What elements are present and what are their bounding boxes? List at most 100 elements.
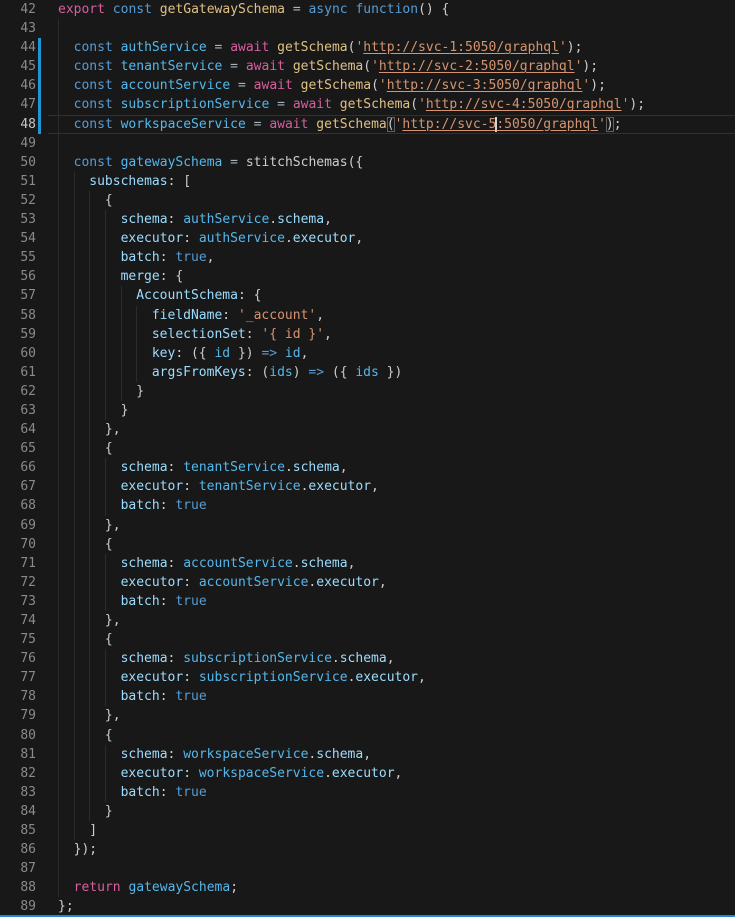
line-content[interactable]: batch: true (48, 496, 735, 515)
line-number[interactable]: 76 (0, 649, 48, 668)
line-number[interactable]: 61 (0, 363, 48, 382)
line-number[interactable]: 57 (0, 286, 48, 305)
line-number[interactable]: 69 (0, 516, 48, 535)
line-number[interactable]: 50 (0, 153, 48, 172)
line-content[interactable] (48, 134, 735, 153)
line-content[interactable]: schema: accountService.schema, (48, 554, 735, 573)
line-number[interactable]: 78 (0, 687, 48, 706)
line-content[interactable]: }); (48, 840, 735, 859)
line-number[interactable]: 77 (0, 668, 48, 687)
line-number[interactable]: 75 (0, 630, 48, 649)
line-number[interactable]: 51 (0, 172, 48, 191)
line-content[interactable]: const authService = await getSchema('htt… (48, 38, 735, 57)
line-number[interactable]: 84 (0, 802, 48, 821)
line-content[interactable]: schema: subscriptionService.schema, (48, 649, 735, 668)
line-content[interactable]: ] (48, 821, 735, 840)
line-content[interactable]: return gatewaySchema; (48, 878, 735, 897)
line-number[interactable]: 48 (0, 115, 48, 134)
git-modified-indicator[interactable] (38, 57, 41, 76)
line-content[interactable]: }, (48, 420, 735, 439)
line-number[interactable]: 54 (0, 229, 48, 248)
line-content[interactable]: { (48, 439, 735, 458)
line-content[interactable]: }, (48, 516, 735, 535)
line-content[interactable]: subschemas: [ (48, 172, 735, 191)
line-content[interactable]: { (48, 191, 735, 210)
line-number[interactable]: 82 (0, 764, 48, 783)
line-content[interactable]: const gatewaySchema = stitchSchemas({ (48, 153, 735, 172)
line-content[interactable]: batch: true (48, 783, 735, 802)
line-content[interactable]: const workspaceService = await getSchema… (48, 115, 735, 134)
line-number[interactable]: 60 (0, 344, 48, 363)
line-number[interactable]: 43 (0, 19, 48, 38)
line-content[interactable] (48, 19, 735, 38)
line-content[interactable]: key: ({ id }) => id, (48, 344, 735, 363)
line-content[interactable]: schema: workspaceService.schema, (48, 745, 735, 764)
line-number[interactable]: 42 (0, 0, 48, 19)
line-number[interactable]: 44 (0, 38, 48, 57)
line-content[interactable]: }; (48, 897, 735, 916)
line-content[interactable]: } (48, 382, 735, 401)
line-content[interactable]: executor: workspaceService.executor, (48, 764, 735, 783)
line-number[interactable]: 73 (0, 592, 48, 611)
line-number[interactable]: 53 (0, 210, 48, 229)
line-content[interactable]: { (48, 726, 735, 745)
line-content[interactable]: batch: true, (48, 248, 735, 267)
git-modified-indicator[interactable] (38, 95, 41, 114)
line-number[interactable]: 56 (0, 267, 48, 286)
line-number[interactable]: 87 (0, 859, 48, 878)
line-number[interactable]: 79 (0, 706, 48, 725)
line-number[interactable]: 62 (0, 382, 48, 401)
git-modified-indicator[interactable] (38, 38, 41, 57)
line-content[interactable]: const tenantService = await getSchema('h… (48, 57, 735, 76)
line-content[interactable]: { (48, 630, 735, 649)
line-number[interactable]: 80 (0, 726, 48, 745)
line-number[interactable]: 66 (0, 458, 48, 477)
line-content[interactable]: fieldName: '_account', (48, 306, 735, 325)
line-content[interactable]: } (48, 401, 735, 420)
line-number[interactable]: 67 (0, 477, 48, 496)
line-content[interactable]: executor: authService.executor, (48, 229, 735, 248)
line-number[interactable]: 83 (0, 783, 48, 802)
line-number[interactable]: 86 (0, 840, 48, 859)
line-content[interactable]: executor: tenantService.executor, (48, 477, 735, 496)
line-number[interactable]: 88 (0, 878, 48, 897)
line-content[interactable]: schema: tenantService.schema, (48, 458, 735, 477)
line-number[interactable]: 55 (0, 248, 48, 267)
line-content[interactable]: schema: authService.schema, (48, 210, 735, 229)
line-content[interactable]: { (48, 535, 735, 554)
line-content[interactable]: }, (48, 706, 735, 725)
line-content[interactable]: export const getGatewaySchema = async fu… (48, 0, 735, 19)
line-content[interactable]: selectionSet: '{ id }', (48, 325, 735, 344)
line-number[interactable]: 65 (0, 439, 48, 458)
line-content[interactable]: executor: subscriptionService.executor, (48, 668, 735, 687)
line-content[interactable]: AccountSchema: { (48, 286, 735, 305)
line-content[interactable]: executor: accountService.executor, (48, 573, 735, 592)
line-number[interactable]: 47 (0, 95, 48, 114)
line-number[interactable]: 52 (0, 191, 48, 210)
line-content[interactable]: } (48, 802, 735, 821)
line-content[interactable]: argsFromKeys: (ids) => ({ ids }) (48, 363, 735, 382)
line-number[interactable]: 45 (0, 57, 48, 76)
git-modified-indicator[interactable] (38, 115, 41, 134)
line-number[interactable]: 72 (0, 573, 48, 592)
line-content[interactable]: }, (48, 611, 735, 630)
line-number[interactable]: 68 (0, 496, 48, 515)
line-number[interactable]: 70 (0, 535, 48, 554)
line-number[interactable]: 63 (0, 401, 48, 420)
line-content[interactable] (48, 859, 735, 878)
line-number[interactable]: 64 (0, 420, 48, 439)
line-number[interactable]: 46 (0, 76, 48, 95)
git-modified-indicator[interactable] (38, 76, 41, 95)
line-number[interactable]: 81 (0, 745, 48, 764)
line-content[interactable]: const accountService = await getSchema('… (48, 76, 735, 95)
line-content[interactable]: merge: { (48, 267, 735, 286)
line-number[interactable]: 59 (0, 325, 48, 344)
line-number[interactable]: 49 (0, 134, 48, 153)
line-number[interactable]: 89 (0, 897, 48, 916)
line-content[interactable]: const subscriptionService = await getSch… (48, 95, 735, 114)
line-number[interactable]: 74 (0, 611, 48, 630)
line-number[interactable]: 58 (0, 306, 48, 325)
line-content[interactable]: batch: true (48, 592, 735, 611)
line-content[interactable]: batch: true (48, 687, 735, 706)
line-number[interactable]: 85 (0, 821, 48, 840)
